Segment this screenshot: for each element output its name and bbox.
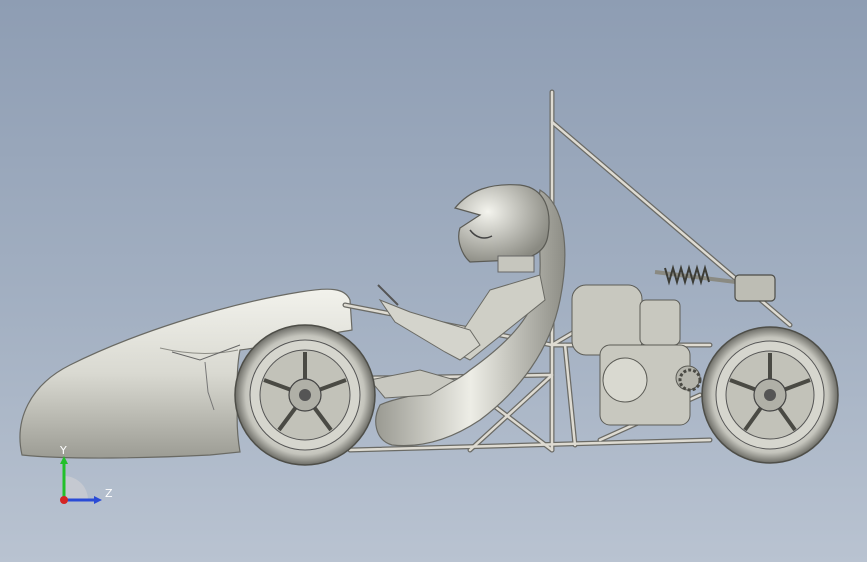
engine-assembly <box>571 284 701 426</box>
axis-triad: Y Z <box>59 444 113 504</box>
z-axis-arrowhead <box>94 496 102 504</box>
driver-arm <box>378 298 481 361</box>
cad-viewport[interactable]: Y Z <box>0 0 867 562</box>
y-axis-label: Y <box>59 444 67 457</box>
rear-shock <box>654 264 776 302</box>
x-axis-dot <box>60 496 68 504</box>
z-axis-label: Z <box>105 487 113 500</box>
y-axis-arrowhead <box>60 456 68 464</box>
rear-wheel <box>701 326 839 464</box>
front-wheel <box>234 324 376 466</box>
triad-quarter-disc <box>64 476 88 500</box>
driver-helmet <box>453 184 550 263</box>
car-model-view <box>19 89 839 466</box>
